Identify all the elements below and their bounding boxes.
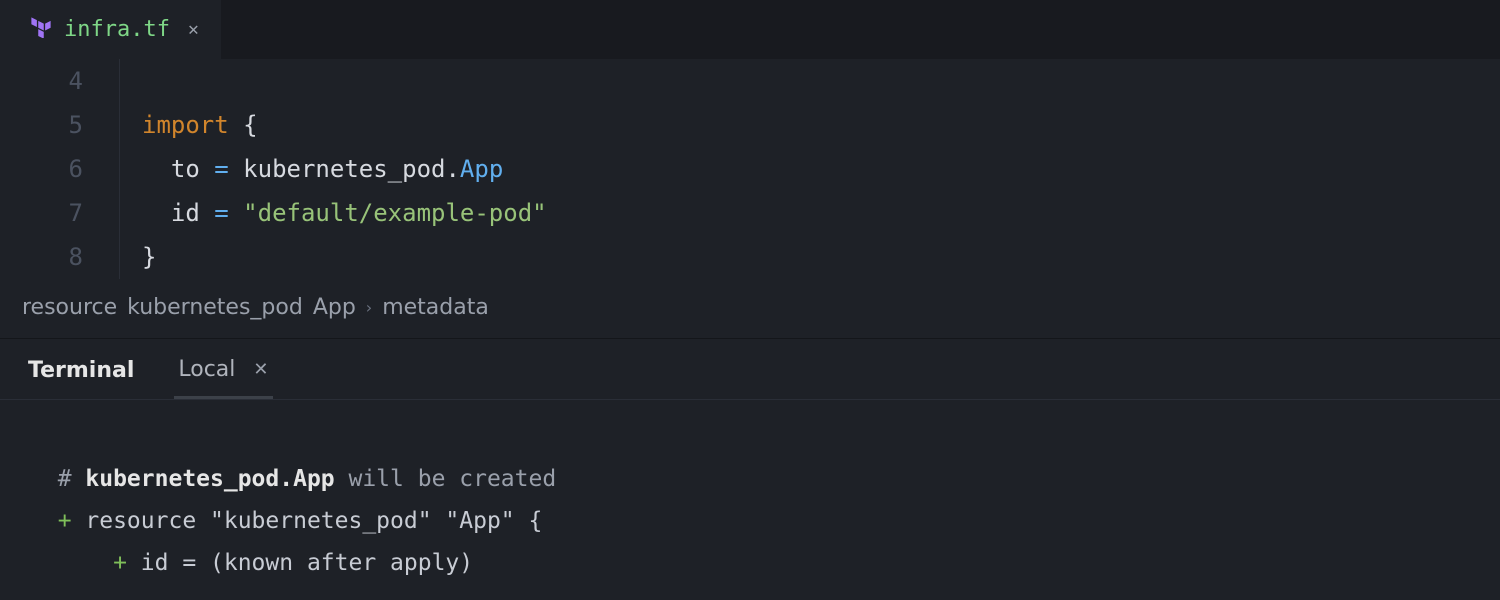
code-line: id = "default/example-pod" <box>120 191 547 235</box>
line-number: 6 <box>0 147 120 191</box>
breadcrumb-segment[interactable]: kubernetes_pod <box>127 295 303 320</box>
editor-tab-label: infra.tf <box>64 17 170 42</box>
line-number: 7 <box>0 191 120 235</box>
chevron-right-icon: › <box>366 298 372 317</box>
breadcrumb-segment[interactable]: App <box>313 295 356 320</box>
code-editor[interactable]: 4 5 import { 6 to = kubernetes_pod.App 7… <box>0 59 1500 279</box>
terminal-panel-title[interactable]: Terminal <box>28 358 134 399</box>
close-icon[interactable]: ✕ <box>188 19 199 40</box>
code-line <box>120 59 156 103</box>
breadcrumb-segment[interactable]: resource <box>22 295 117 320</box>
terminal-tab-local[interactable]: Local ✕ <box>174 357 272 399</box>
ide-root: infra.tf ✕ 4 5 import { 6 to = kubernete… <box>0 0 1500 600</box>
code-line: import { <box>120 103 258 147</box>
code-line: to = kubernetes_pod.App <box>120 147 503 191</box>
terminal-line: + id = (known after apply) <box>30 550 473 576</box>
line-number: 8 <box>0 235 120 279</box>
terminal-line: # kubernetes_pod.App will be created <box>30 466 556 492</box>
terminal-output[interactable]: # kubernetes_pod.App will be created + r… <box>0 400 1500 600</box>
close-icon[interactable]: ✕ <box>253 359 268 380</box>
editor-tab-infra-tf[interactable]: infra.tf ✕ <box>0 0 221 59</box>
breadcrumb[interactable]: resource kubernetes_pod App › metadata <box>0 279 1500 339</box>
breadcrumb-segment[interactable]: metadata <box>382 295 489 320</box>
terraform-file-icon <box>30 16 52 44</box>
terminal-tab-label: Local <box>178 357 235 382</box>
editor-tab-bar: infra.tf ✕ <box>0 0 1500 59</box>
line-number: 4 <box>0 59 120 103</box>
terminal-line: + resource "kubernetes_pod" "App" { <box>30 508 542 534</box>
line-number: 5 <box>0 103 120 147</box>
terminal-panel-header: Terminal Local ✕ <box>0 339 1500 400</box>
code-line: } <box>120 235 156 279</box>
